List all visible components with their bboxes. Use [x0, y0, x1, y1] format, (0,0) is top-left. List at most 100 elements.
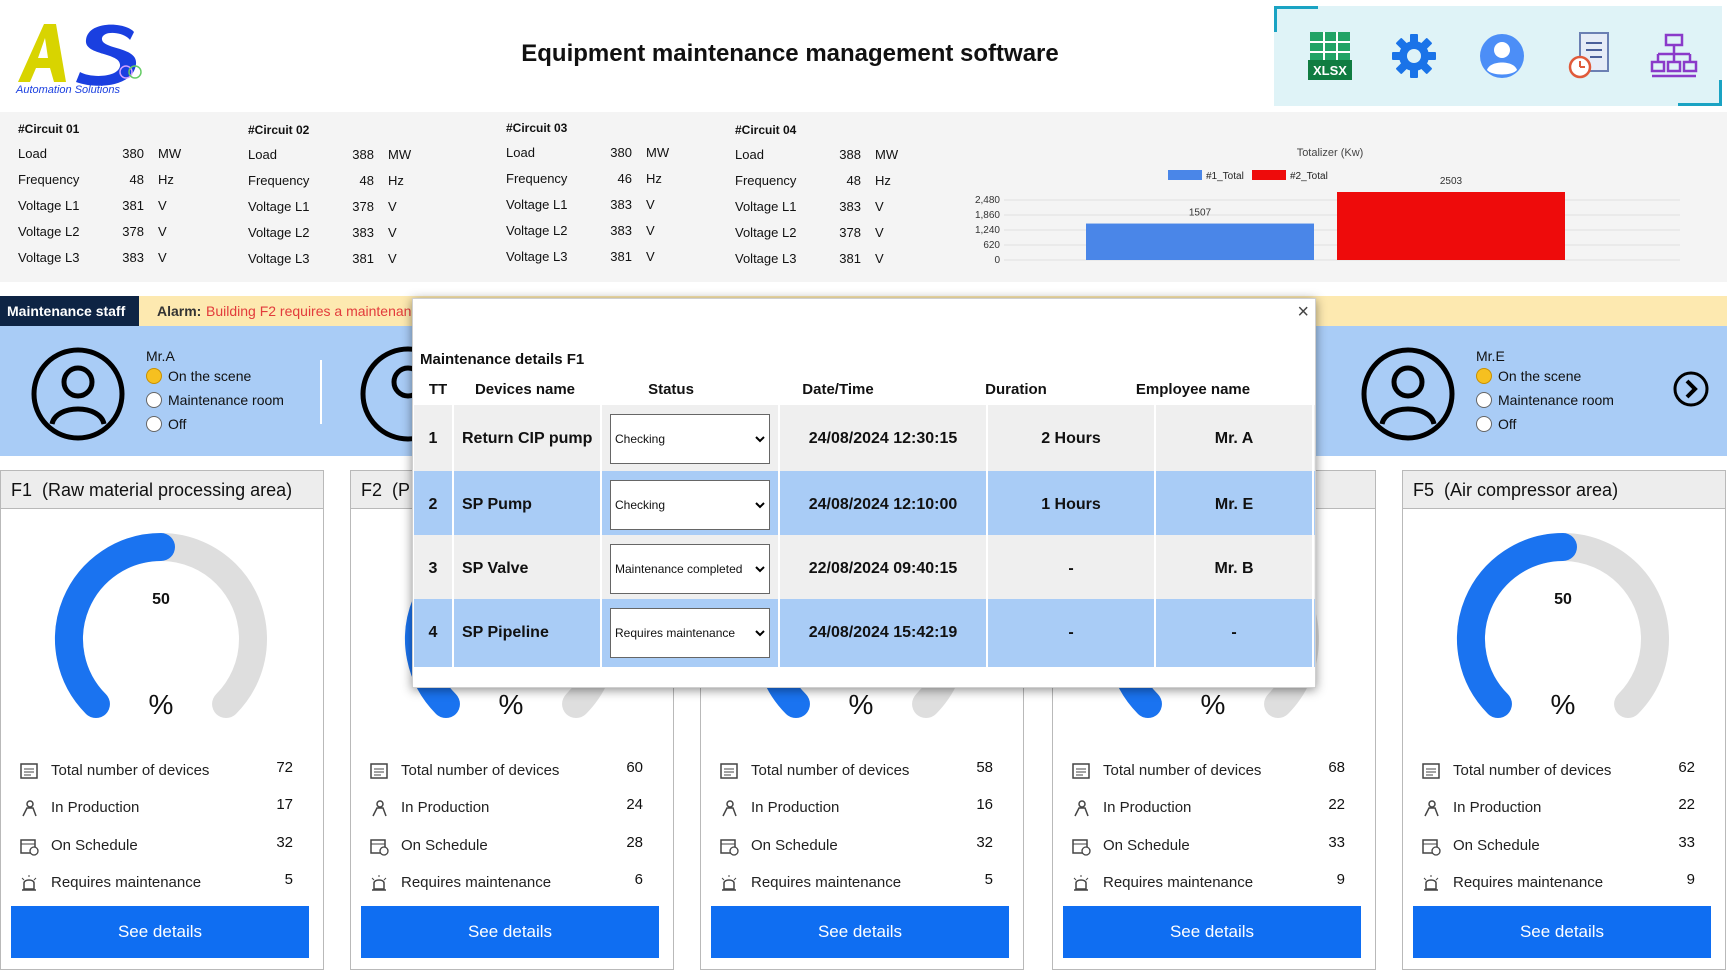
datetime-cell: 24/08/2024 12:30:15: [780, 405, 988, 473]
area-stat-row: Requires maintenance 6: [369, 871, 659, 895]
circuit-panel: #Circuit 01 Load 380 MW Frequency 48 Hz Voltage…: [0, 112, 1727, 282]
gauge-unit: %: [1550, 689, 1576, 720]
maintenance-staff-tab[interactable]: Maintenance staff: [0, 296, 139, 326]
see-details-button[interactable]: See details: [11, 906, 309, 958]
reading-value: 381: [839, 251, 861, 266]
reading-value: 383: [352, 225, 374, 240]
reading-label: Voltage L1: [248, 199, 310, 214]
see-details-button[interactable]: See details: [361, 906, 659, 958]
stat-label: Requires maintenance: [751, 874, 902, 891]
area-stat-row: Requires maintenance 9: [1421, 871, 1711, 895]
schedule-report-button[interactable]: [1564, 28, 1616, 84]
duration-cell-text: -: [1068, 560, 1074, 577]
y-tick-label: 0: [994, 255, 1000, 266]
stat-label: In Production: [1453, 799, 1542, 816]
area-header: F1 (Raw material processing area): [1, 471, 323, 509]
close-icon[interactable]: ×: [1297, 301, 1309, 324]
row-number: 2: [414, 471, 454, 539]
stat-value: 22: [1678, 796, 1695, 813]
radio-dot: [1476, 392, 1492, 408]
devices-list-icon: [719, 761, 739, 785]
maintenance-row: 3 SP Valve Maintenance completed 22/08/2024…: [414, 535, 1315, 603]
legend-label: #1_Total: [1206, 171, 1244, 182]
reading-label: Frequency: [506, 171, 568, 186]
staff-status-radio[interactable]: Maintenance room: [1476, 392, 1614, 408]
area-name: (Raw material processing area): [42, 480, 293, 500]
duration-cell: 2 Hours: [988, 405, 1156, 473]
chevron-down-icon: [755, 498, 765, 512]
status-dropdown[interactable]: Maintenance completed: [610, 544, 770, 594]
export-xlsx-button[interactable]: XLSX: [1304, 28, 1356, 84]
area-stat-row: Requires maintenance 5: [719, 871, 1009, 895]
reading-unit: V: [875, 199, 884, 214]
chevron-down-icon: [755, 432, 765, 446]
see-details-button[interactable]: See details: [1413, 906, 1711, 958]
area-stat-row: In Production 22: [1071, 796, 1361, 820]
stat-value: 72: [276, 759, 293, 776]
duration-cell-text: 1 Hours: [1041, 496, 1101, 513]
staff-status-radio[interactable]: Off: [146, 416, 186, 432]
area-stat-row: Total number of devices 60: [369, 759, 659, 783]
reading-value: 378: [122, 224, 144, 239]
circuit-block: #Circuit 04 Load 388 MW Frequency 48 Hz Voltage…: [735, 123, 935, 277]
next-staff-button[interactable]: [1672, 370, 1710, 413]
row-number: 1: [414, 405, 454, 473]
area-stat-row: In Production 16: [719, 796, 1009, 820]
employee-cell-text: Mr. A: [1214, 430, 1254, 447]
reading-label: Frequency: [248, 173, 310, 188]
staff-status-radio[interactable]: Off: [1476, 416, 1516, 432]
staff-avatar: [1360, 346, 1456, 447]
stat-label: Requires maintenance: [1453, 874, 1604, 891]
status-selected-value: Checking: [615, 498, 666, 512]
reading-label: Load: [735, 147, 764, 162]
settings-button[interactable]: [1388, 28, 1440, 84]
reading-label: Voltage L1: [735, 199, 797, 214]
production-icon: [719, 798, 739, 822]
staff-status-radio[interactable]: Maintenance room: [146, 392, 284, 408]
datetime-cell: 24/08/2024 12:10:00: [780, 471, 988, 539]
gauge-unit: %: [498, 689, 524, 720]
status-dropdown[interactable]: Checking: [610, 414, 770, 464]
company-logo: Automation Solutions: [14, 14, 156, 104]
datetime-cell: 22/08/2024 09:40:15: [780, 535, 988, 603]
staff-avatar-partial: [360, 346, 456, 447]
maintenance-details-modal: × Maintenance details F1 TT Devices name…: [412, 298, 1316, 688]
column-header-datetime: Date/Time: [802, 381, 874, 398]
see-details-button[interactable]: See details: [1063, 906, 1361, 958]
production-icon: [1071, 798, 1091, 822]
status-dropdown[interactable]: Requires maintenance: [610, 608, 770, 658]
status-dropdown[interactable]: Checking: [610, 480, 770, 530]
row-number-text: 1: [428, 430, 438, 447]
devices-list-icon: [1421, 761, 1441, 785]
stat-value: 28: [626, 834, 643, 851]
hierarchy-button[interactable]: [1648, 28, 1700, 84]
reading-unit: V: [646, 197, 655, 212]
staff-card: Mr.E On the scene Maintenance room Off: [1330, 326, 1630, 456]
gauge-unit: %: [848, 689, 874, 720]
chevron-down-icon: [755, 626, 765, 640]
reading-value: 383: [610, 223, 632, 238]
staff-status-radio[interactable]: On the scene: [1476, 368, 1581, 384]
column-header-duration: Duration: [985, 381, 1047, 398]
stat-label: In Production: [751, 799, 840, 816]
app-title: Equipment maintenance management softwar…: [521, 40, 1059, 67]
area-code: F2: [361, 480, 383, 500]
reading-unit: MW: [875, 147, 899, 162]
legend-swatch: [1252, 170, 1286, 180]
see-details-button[interactable]: See details: [711, 906, 1009, 958]
reading-label: Voltage L2: [248, 225, 310, 240]
reading-value: 381: [352, 251, 374, 266]
area-stat-row: On Schedule 32: [19, 834, 309, 858]
user-account-button[interactable]: [1476, 28, 1528, 84]
area-stat-row: Total number of devices 68: [1071, 759, 1361, 783]
production-icon: [369, 798, 389, 822]
reading-value: 380: [122, 146, 144, 161]
datetime-cell-text: 24/08/2024 12:30:15: [808, 430, 958, 447]
reading-unit: MW: [388, 147, 412, 162]
radio-dot: [146, 416, 162, 432]
stat-label: Requires maintenance: [1103, 874, 1254, 891]
employee-cell: Mr. E: [1156, 471, 1314, 539]
alarm-maintenance-icon: [719, 873, 739, 897]
staff-status-radio[interactable]: On the scene: [146, 368, 251, 384]
y-tick-label: 620: [983, 240, 1000, 251]
